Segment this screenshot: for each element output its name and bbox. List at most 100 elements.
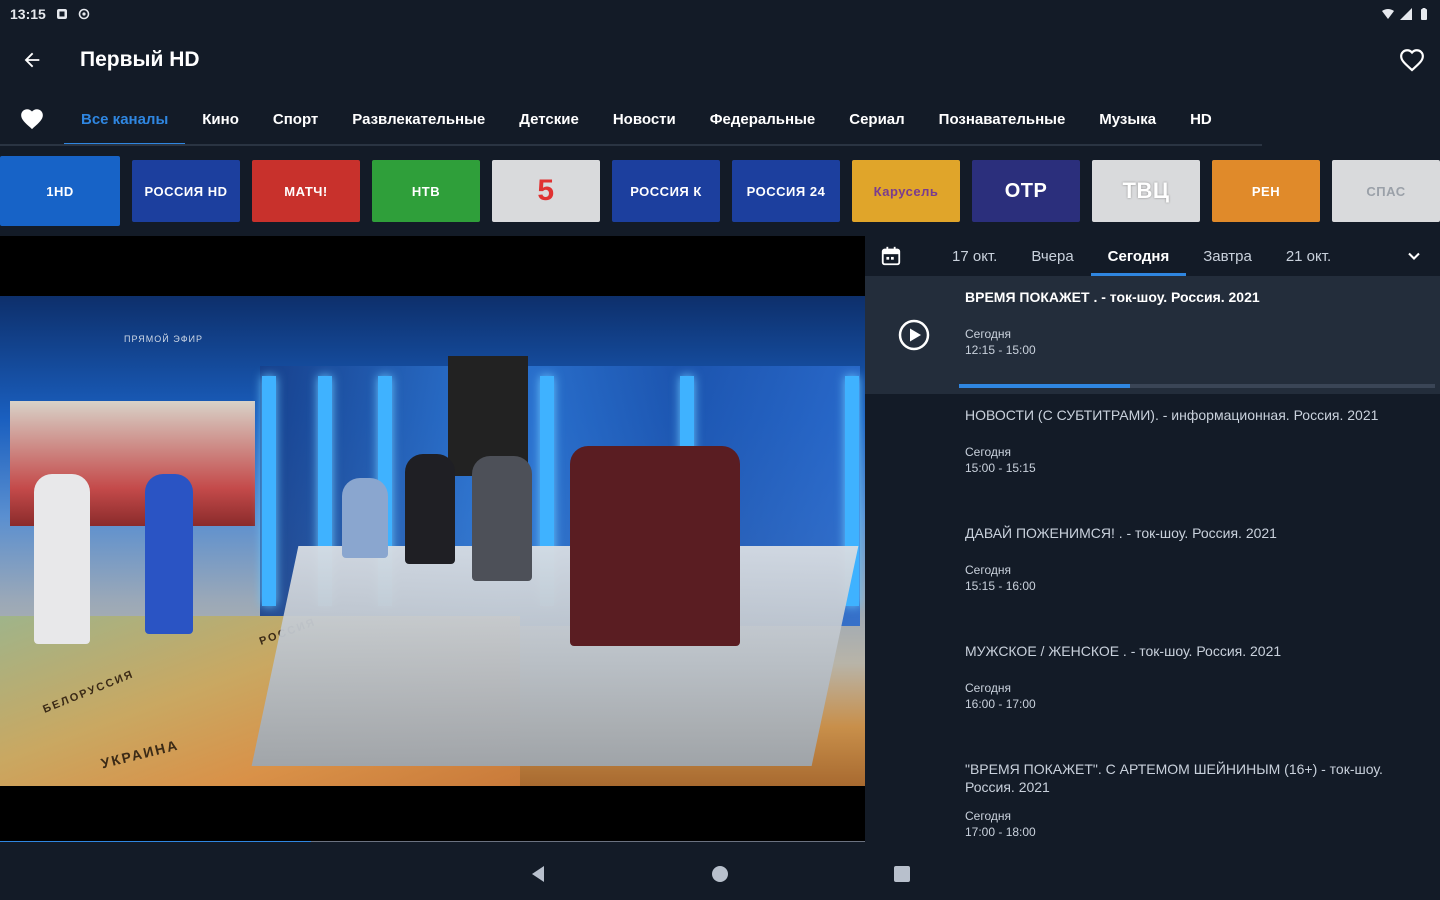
square-recents-icon [894,866,910,882]
studio-desk [251,546,859,766]
day-tab[interactable]: 21 окт. [1269,236,1348,276]
wifi-icon [1382,9,1394,19]
tab-educational[interactable]: Познавательные [922,92,1083,146]
tab-entertainment[interactable]: Развлекательные [335,92,502,146]
program-item[interactable]: ДАВАЙ ПОЖЕНИМСЯ! . - ток-шоу. Россия. 20… [865,512,1440,630]
video-player[interactable]: УКРАИНА БЕЛОРУССИЯ РОССИЯ ПРЯМОЙ ЭФИР [0,236,865,842]
channel-logo-text: СПАС [1366,183,1406,199]
tab-music[interactable]: Музыка [1082,92,1173,146]
chevron-down-icon [1408,252,1420,260]
calendar-button[interactable] [865,236,917,276]
channel-logo[interactable]: НТВ [372,160,480,222]
live-tag: ПРЯМОЙ ЭФИР [124,334,204,344]
tab-kids[interactable]: Детские [502,92,596,146]
channel-logo-text: РОССИЯ К [630,183,702,199]
channel-strip: 1HD РОССИЯ HD МАТЧ! НТВ 5 РОССИЯ К РОССИ… [0,156,1440,226]
tab-news[interactable]: Новости [596,92,693,146]
channel-logo-text: ТВЦ [1122,178,1170,203]
system-nav-bar [0,848,1440,900]
channel-logo[interactable]: Карусель [852,160,960,222]
notification-icon [56,9,67,19]
program-title: МУЖСКОЕ / ЖЕНСКОЕ . - ток-шоу. Россия. 2… [965,643,1282,659]
channel-logo[interactable]: 1HD [0,156,120,226]
heart-filled-icon [21,109,43,130]
tabs-divider [0,144,1262,146]
day-tab[interactable]: Вчера [1014,236,1090,276]
channel-logo[interactable]: МАТЧ! [252,160,360,222]
status-time: 13:15 [10,6,46,22]
program-title: НОВОСТИ (С СУБТИТРАМИ). - информационная… [965,407,1379,423]
presenter [145,474,193,634]
guest [405,454,455,564]
play-circle-icon[interactable] [897,318,931,352]
sync-icon [78,8,90,20]
channel-logo[interactable]: РОССИЯ HD [132,160,240,222]
category-tabs: Все каналы Кино Спорт Развлекательные Де… [0,92,1440,146]
channel-logo-text: 5 [537,174,555,207]
channel-logo-text: РОССИЯ HD [144,183,228,199]
battery-icon [1421,8,1427,20]
program-time: 15:00 - 15:15 [965,461,1036,475]
day-tab[interactable]: 17 окт. [935,236,1014,276]
program-day: Сегодня [965,681,1011,695]
program-day: Сегодня [965,809,1011,823]
channel-logo-text: 1HD [46,183,74,199]
calendar-icon [881,246,901,266]
program-title: "ВРЕМЯ ПОКАЖЕТ". С АРТЕМОМ ШЕЙНИНЫМ (16+… [965,761,1383,795]
nav-back-button[interactable] [526,862,550,886]
program-time: 15:15 - 16:00 [965,579,1036,593]
tab-movies[interactable]: Кино [185,92,256,146]
channel-logo-text: НТВ [411,183,441,199]
speaker [570,446,740,646]
map-label: УКРАИНА [99,736,181,772]
channel-logo-text: РЕН [1251,183,1281,199]
channel-logo[interactable]: РЕН [1212,160,1320,222]
program-time: 17:00 - 18:00 [965,825,1036,839]
channel-logo[interactable]: РОССИЯ К [612,160,720,222]
tab-series[interactable]: Сериал [832,92,921,146]
program-time: 16:00 - 17:00 [965,697,1036,711]
channel-logo[interactable]: СПАС [1332,160,1440,222]
app-bar: Первый HD [0,28,1440,92]
program-progress-fill [959,384,1131,388]
video-frame: УКРАИНА БЕЛОРУССИЯ РОССИЯ ПРЯМОЙ ЭФИР [0,296,865,786]
video-progress-fill [0,841,312,842]
day-tab[interactable]: Завтра [1186,236,1269,276]
channel-logo[interactable]: РОССИЯ 24 [732,160,840,222]
channel-logo[interactable]: ТВЦ [1092,160,1200,222]
led-column [262,376,276,606]
program-item-current[interactable]: ВРЕМЯ ПОКАЖЕТ . - ток-шоу. Россия. 2021 … [865,276,1440,394]
program-title: ДАВАЙ ПОЖЕНИМСЯ! . - ток-шоу. Россия. 20… [965,525,1277,541]
channel-logo-text: РОССИЯ 24 [746,183,826,199]
map-label: БЕЛОРУССИЯ [41,668,136,716]
channel-logo-text: ОТР [1004,179,1048,202]
channel-logo[interactable]: 5 [492,160,600,222]
epg-panel: 17 окт. Вчера Сегодня Завтра 21 окт. ВРЕ… [865,236,1440,856]
program-time: 12:15 - 15:00 [965,343,1036,357]
nav-recents-button[interactable] [890,862,914,886]
program-item[interactable]: НОВОСТИ (С СУБТИТРАМИ). - информационная… [865,394,1440,512]
triangle-back-icon [532,866,544,882]
tab-all-channels[interactable]: Все каналы [64,92,186,146]
channel-logo[interactable]: ОТР [972,160,1080,222]
status-bar: 13:15 [0,0,1440,28]
signal-icon [1400,8,1412,20]
tab-hd[interactable]: HD [1173,92,1229,146]
guest [342,478,388,558]
heart-outline-icon [1400,49,1424,72]
channel-logo-text: МАТЧ! [284,183,328,199]
channel-logo-text: Карусель [873,183,939,199]
tab-federal[interactable]: Федеральные [693,92,832,146]
back-button[interactable] [0,28,64,92]
nav-home-button[interactable] [708,862,732,886]
expand-button[interactable] [1388,236,1440,276]
tab-sport[interactable]: Спорт [256,92,335,146]
favorite-button[interactable] [1384,32,1440,88]
program-title: ВРЕМЯ ПОКАЖЕТ . - ток-шоу. Россия. 2021 [965,289,1260,305]
program-day: Сегодня [965,563,1011,577]
epg-day-tabs: 17 окт. Вчера Сегодня Завтра 21 окт. [865,236,1440,276]
presenter [34,474,90,644]
day-tab-today[interactable]: Сегодня [1090,236,1187,276]
program-item[interactable]: МУЖСКОЕ / ЖЕНСКОЕ . - ток-шоу. Россия. 2… [865,630,1440,748]
favorites-tab[interactable] [0,92,64,146]
